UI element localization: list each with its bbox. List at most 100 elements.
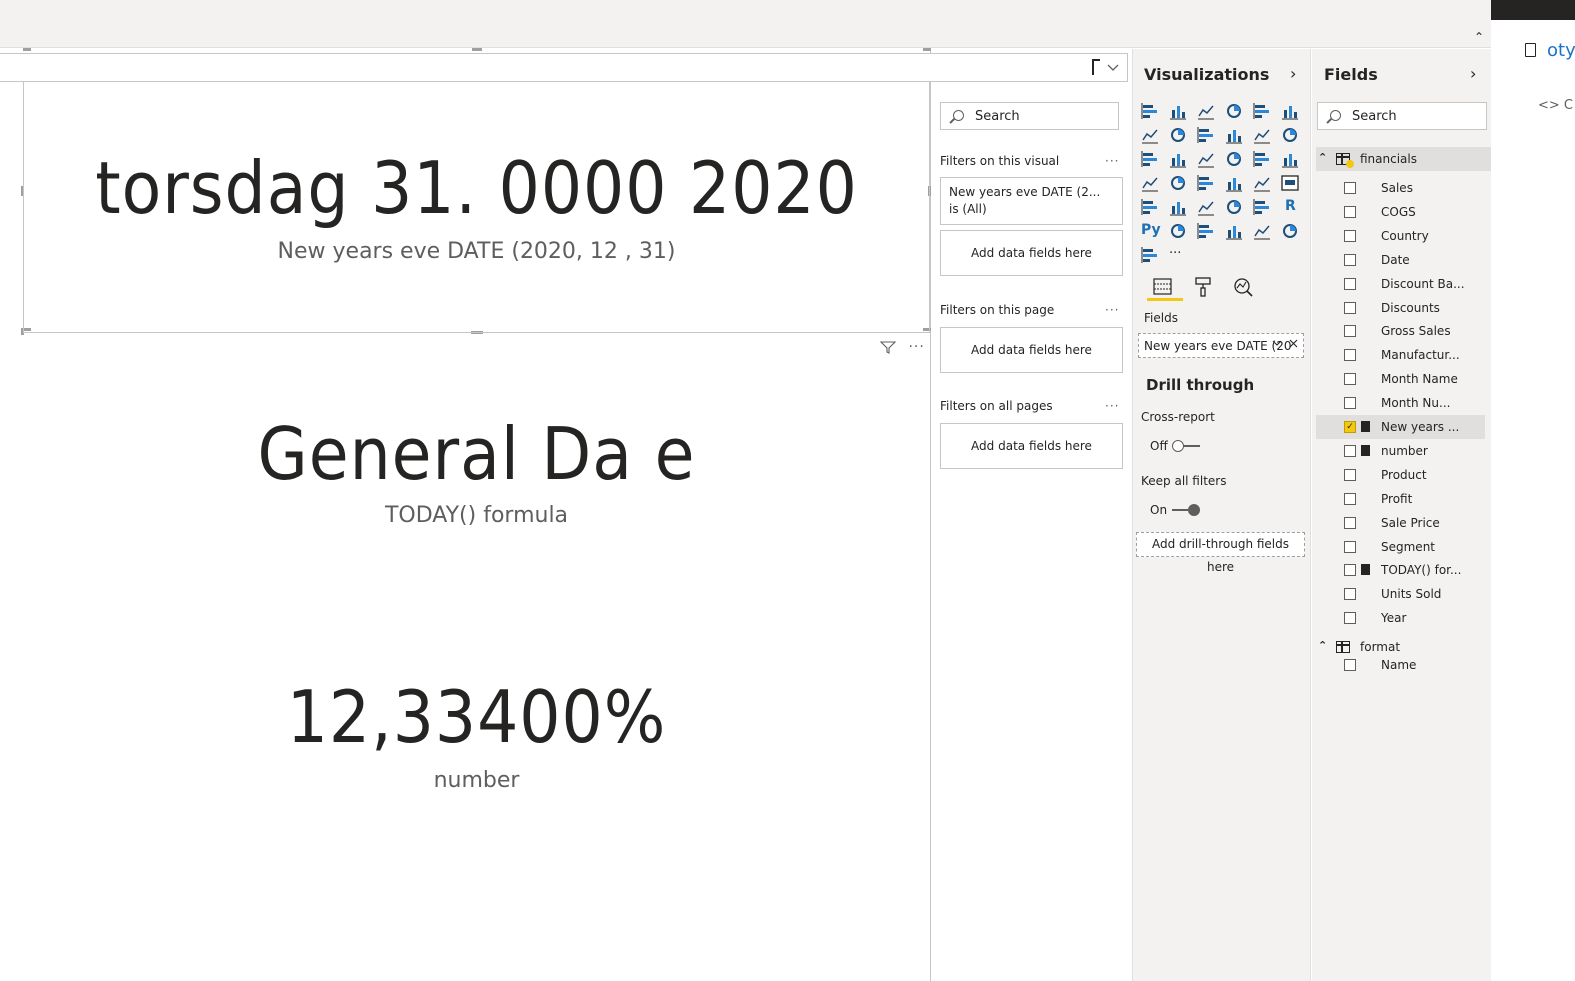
- line-clustered-column-icon[interactable]: [1253, 126, 1271, 144]
- multi-row-card-icon[interactable]: [1141, 198, 1159, 216]
- shape-map-icon[interactable]: [1197, 174, 1215, 192]
- expand-collapse-icon[interactable]: ⌃: [1318, 151, 1327, 164]
- field-checkbox[interactable]: [1344, 492, 1356, 505]
- field-item[interactable]: [1344, 178, 1356, 198]
- field-checkbox[interactable]: [1344, 277, 1356, 290]
- field-checkbox[interactable]: [1344, 397, 1356, 410]
- field-checkbox[interactable]: [1344, 182, 1356, 194]
- field-checkbox[interactable]: [1344, 516, 1356, 529]
- field-item[interactable]: [1344, 369, 1356, 389]
- gauge-icon[interactable]: [1253, 174, 1271, 192]
- field-checkbox[interactable]: [1344, 588, 1356, 601]
- clustered-bar-chart-icon[interactable]: [1197, 102, 1215, 120]
- more-options-icon[interactable]: ···: [1105, 303, 1119, 317]
- field-checkbox[interactable]: [1344, 444, 1356, 457]
- field-item[interactable]: [1344, 202, 1356, 222]
- field-item[interactable]: [1344, 608, 1356, 628]
- fields-tab-icon[interactable]: [1152, 276, 1174, 298]
- visual-filter-drop-zone[interactable]: Add data fields here: [940, 230, 1123, 276]
- r-visual-icon[interactable]: R: [1281, 198, 1299, 216]
- smart-narrative-icon[interactable]: [1281, 222, 1299, 240]
- pie-chart-icon[interactable]: [1225, 150, 1243, 168]
- page-filter-drop-zone[interactable]: Add data fields here: [940, 327, 1123, 373]
- field-checkbox[interactable]: [1344, 205, 1356, 218]
- paginated-report-icon[interactable]: [1253, 222, 1271, 240]
- collapse-visualizations-icon[interactable]: ›: [1290, 64, 1296, 83]
- field-table-format[interactable]: ⌃ format: [1316, 635, 1491, 659]
- field-item[interactable]: [1344, 537, 1356, 557]
- field-item[interactable]: [1344, 465, 1356, 485]
- filter-icon[interactable]: [878, 339, 900, 355]
- report-filter-drop-zone[interactable]: Add data fields here: [940, 423, 1123, 469]
- more-options-icon[interactable]: ···: [1105, 399, 1119, 413]
- expand-collapse-icon[interactable]: ⌃: [1318, 639, 1327, 652]
- python-visual-icon[interactable]: Py: [1141, 222, 1161, 240]
- field-checkbox[interactable]: [1344, 325, 1356, 338]
- fields-search-input[interactable]: Search: [1317, 102, 1487, 130]
- key-influencers-icon[interactable]: [1169, 222, 1187, 240]
- document-icon[interactable]: [1525, 43, 1536, 57]
- field-checkbox[interactable]: [1344, 564, 1356, 577]
- scatter-chart-icon[interactable]: [1197, 150, 1215, 168]
- field-checkbox[interactable]: [1344, 540, 1356, 553]
- table-icon[interactable]: [1225, 198, 1243, 216]
- applied-filter-card[interactable]: New years eve DATE (2... is (All): [940, 177, 1123, 225]
- line-chart-icon[interactable]: [1141, 126, 1159, 144]
- format-tab-icon[interactable]: [1193, 276, 1215, 298]
- field-item[interactable]: [1344, 250, 1356, 270]
- collapse-ribbon-icon[interactable]: ⌃: [1474, 30, 1484, 44]
- ribbon-chart-icon[interactable]: [1281, 126, 1299, 144]
- stacked-column-chart-icon[interactable]: [1169, 102, 1187, 120]
- decomposition-tree-icon[interactable]: [1197, 222, 1215, 240]
- funnel-chart-icon[interactable]: [1169, 150, 1187, 168]
- field-item[interactable]: [1344, 274, 1356, 294]
- card-icon[interactable]: [1281, 174, 1299, 192]
- collapse-fields-icon[interactable]: ›: [1470, 64, 1476, 83]
- field-item[interactable]: [1344, 560, 1356, 580]
- map-icon[interactable]: [1141, 174, 1159, 192]
- clustered-column-chart-icon[interactable]: [1225, 102, 1243, 120]
- side-panel-link[interactable]: oty: [1547, 40, 1575, 61]
- qa-icon[interactable]: [1225, 222, 1243, 240]
- field-item[interactable]: [1344, 345, 1356, 365]
- field-table-financials[interactable]: ⌃ financials: [1316, 147, 1491, 171]
- more-visuals-icon[interactable]: ···: [1169, 246, 1187, 264]
- field-item[interactable]: [1344, 584, 1356, 604]
- filled-map-icon[interactable]: [1169, 174, 1187, 192]
- slicer-icon[interactable]: [1197, 198, 1215, 216]
- cross-report-toggle[interactable]: [1170, 440, 1200, 452]
- treemap-icon[interactable]: [1281, 150, 1299, 168]
- field-checkbox[interactable]: [1344, 253, 1356, 266]
- area-chart-icon[interactable]: [1169, 126, 1187, 144]
- arcgis-map-icon[interactable]: [1225, 174, 1243, 192]
- field-checkbox[interactable]: [1344, 349, 1356, 362]
- page-view-dropdown[interactable]: [1090, 58, 1126, 78]
- resize-handle[interactable]: [923, 48, 931, 51]
- field-checkbox[interactable]: ✓: [1344, 421, 1356, 433]
- resize-handle[interactable]: [472, 48, 482, 51]
- field-item[interactable]: [1344, 321, 1356, 341]
- field-item[interactable]: [1344, 226, 1356, 246]
- field-item[interactable]: [1344, 489, 1356, 509]
- stacked-area-chart-icon[interactable]: [1197, 126, 1215, 144]
- more-options-icon[interactable]: ···: [908, 339, 924, 355]
- filters-search-input[interactable]: Search: [940, 102, 1119, 130]
- field-checkbox[interactable]: [1344, 468, 1356, 481]
- field-checkbox[interactable]: [1344, 229, 1356, 242]
- 100-column-chart-icon[interactable]: [1281, 102, 1299, 120]
- analytics-tab-icon[interactable]: [1232, 276, 1254, 298]
- line-column-chart-icon[interactable]: [1225, 126, 1243, 144]
- code-icon[interactable]: <> C: [1538, 98, 1573, 113]
- field-checkbox[interactable]: [1344, 373, 1356, 386]
- kpi-icon[interactable]: [1169, 198, 1187, 216]
- field-item[interactable]: ✓: [1344, 417, 1356, 437]
- field-item[interactable]: [1344, 393, 1356, 413]
- field-item[interactable]: [1344, 513, 1356, 533]
- drill-through-drop-zone[interactable]: Add drill-through fields here: [1136, 532, 1305, 574]
- field-checkbox[interactable]: [1344, 659, 1356, 672]
- field-checkbox[interactable]: [1344, 612, 1356, 625]
- field-item[interactable]: [1344, 655, 1356, 675]
- keep-all-filters-toggle[interactable]: [1170, 504, 1200, 516]
- power-apps-icon[interactable]: [1141, 246, 1159, 264]
- resize-handle[interactable]: [23, 48, 31, 51]
